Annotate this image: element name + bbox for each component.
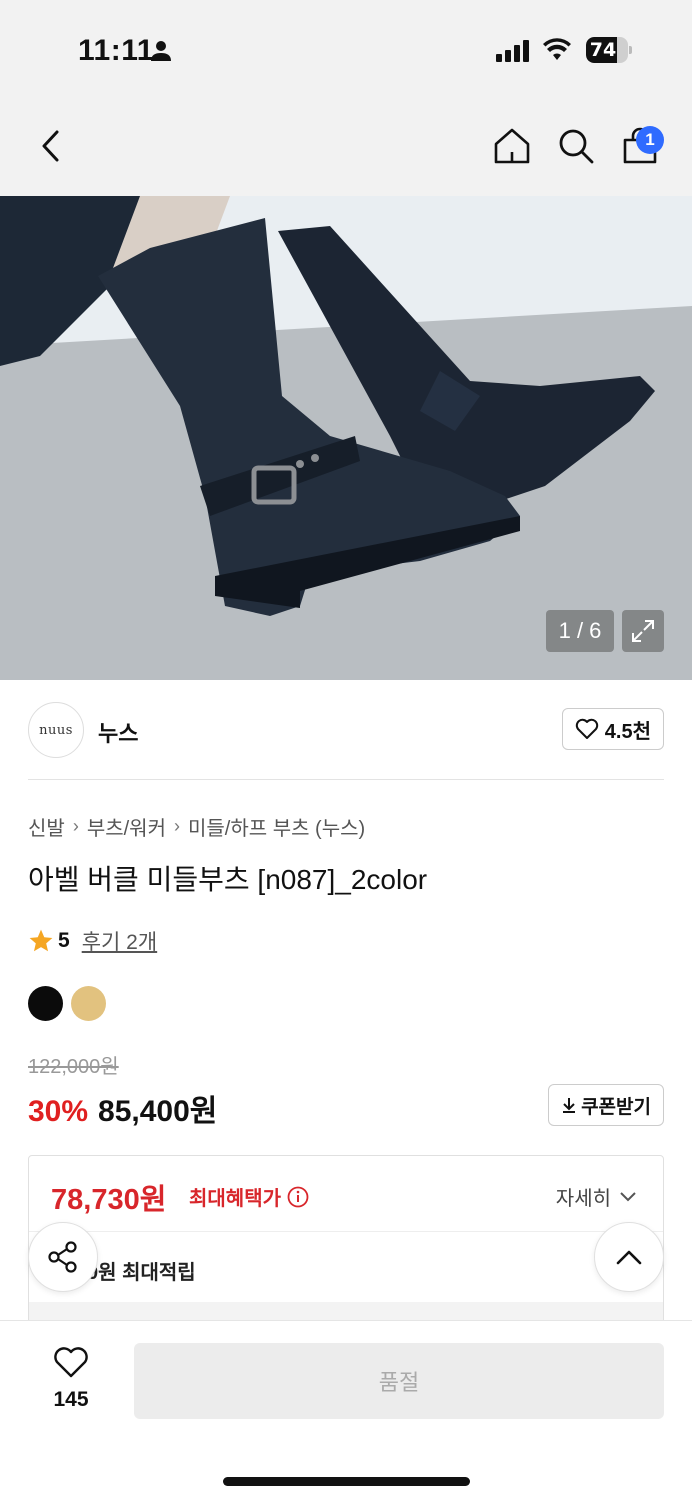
divider — [28, 779, 664, 780]
boots-photo — [0, 196, 692, 680]
share-button[interactable] — [28, 1222, 98, 1292]
chevron-left-icon — [42, 130, 59, 162]
rating-row[interactable]: 5 후기 2개 — [28, 926, 157, 956]
benefit-box: 78,730원 최대혜택가 자세히 0원 최대적립 — [28, 1155, 664, 1325]
bottom-action-bar: 145 품절 — [0, 1320, 692, 1500]
battery-icon: 74 — [586, 37, 632, 63]
coupon-label: 쿠폰받기 — [581, 1096, 651, 1118]
brand-like-button[interactable]: 4.5천 — [561, 708, 664, 750]
heart-icon — [54, 1347, 88, 1378]
breadcrumb-item[interactable]: 미들/하프 부츠 (누스) — [188, 812, 365, 841]
coupon-download-button[interactable]: 쿠폰받기 — [548, 1084, 664, 1126]
brand-row[interactable]: nuus 누스 4.5천 — [28, 700, 664, 762]
star-icon — [29, 929, 53, 952]
person-icon — [150, 40, 172, 67]
brand-logo[interactable]: nuus — [28, 702, 84, 758]
battery-level: 74 — [589, 39, 617, 61]
expand-button[interactable] — [622, 610, 664, 652]
home-icon — [494, 128, 530, 164]
search-icon — [559, 129, 594, 164]
max-benefit-row[interactable]: 78,730원 최대혜택가 자세히 — [29, 1156, 663, 1232]
chevron-right-icon: › — [72, 816, 79, 836]
signal-icon — [496, 38, 529, 62]
wifi-icon — [542, 38, 572, 67]
breadcrumb-item[interactable]: 신발 — [28, 812, 65, 841]
brand-name[interactable]: 누스 — [98, 716, 138, 748]
color-swatches — [28, 986, 106, 1021]
breadcrumb: 신발 › 부츠/워커 › 미들/하프 부츠 (누스) — [28, 812, 365, 841]
product-title: 아벨 버클 미들부츠 [n087]_2color — [28, 864, 428, 895]
detail-label: 자세히 — [555, 1188, 611, 1210]
home-indicator — [223, 1477, 470, 1486]
wish-count: 145 — [53, 1388, 89, 1411]
chevron-right-icon: › — [173, 816, 180, 836]
max-point-text: 0원 최대적립 — [87, 1262, 196, 1284]
expand-icon — [632, 620, 654, 642]
info-icon[interactable] — [287, 1186, 309, 1208]
chevron-down-icon — [620, 1191, 636, 1201]
color-swatch-black[interactable] — [28, 986, 63, 1021]
color-swatch-beige[interactable] — [71, 986, 106, 1021]
soldout-button[interactable]: 품절 — [134, 1343, 664, 1419]
wish-button[interactable]: 145 — [44, 1347, 98, 1412]
sale-price: 85,400원 — [98, 1095, 218, 1128]
rating-score: 5 — [58, 929, 70, 952]
price-row: 30% 85,400원 — [28, 1086, 217, 1130]
back-button[interactable] — [30, 126, 70, 166]
max-benefit-label: 최대혜택가 — [189, 1182, 309, 1211]
cart-count-badge: 1 — [636, 126, 664, 154]
scroll-top-button[interactable] — [594, 1222, 664, 1292]
breadcrumb-item[interactable]: 부츠/워커 — [87, 812, 166, 841]
image-counter: 1 / 6 — [546, 610, 614, 652]
status-bar: 11:11 74 — [0, 0, 692, 96]
download-icon — [563, 1098, 576, 1113]
search-button[interactable] — [556, 126, 596, 166]
brand-like-count: 4.5천 — [604, 720, 651, 743]
status-time: 11:11 — [78, 34, 154, 67]
max-benefit-price: 78,730원 — [51, 1184, 167, 1216]
discount-rate: 30% — [28, 1095, 89, 1128]
max-benefit-text: 최대혜택가 — [189, 1188, 281, 1210]
product-image[interactable]: 1 / 6 — [0, 196, 692, 680]
chevron-up-icon — [616, 1250, 642, 1265]
home-button[interactable] — [492, 126, 532, 166]
share-icon — [48, 1241, 77, 1273]
reviews-link[interactable]: 후기 2개 — [82, 926, 157, 956]
top-nav — [0, 96, 692, 196]
heart-outline-icon — [575, 718, 598, 739]
detail-toggle[interactable]: 자세히 — [556, 1182, 637, 1211]
original-price: 122,000원 — [28, 1056, 119, 1078]
